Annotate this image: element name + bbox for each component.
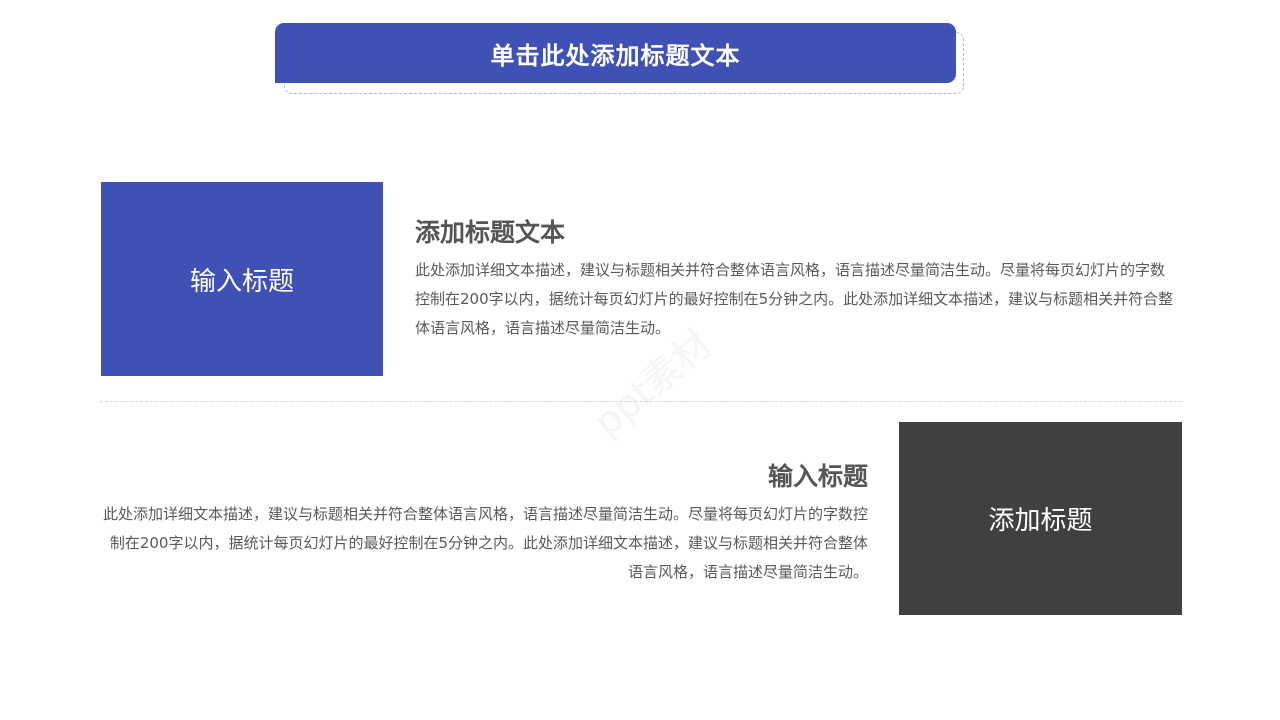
section-1-body[interactable]: 此处添加详细文本描述，建议与标题相关并符合整体语言风格，语言描述尽量简洁生动。尽… <box>415 256 1175 343</box>
gray-title-block[interactable]: 添加标题 <box>899 422 1182 615</box>
dashed-divider <box>100 401 1182 402</box>
section-2-text: 输入标题 此处添加详细文本描述，建议与标题相关并符合整体语言风格，语言描述尽量简… <box>100 460 868 587</box>
blue-block-label: 输入标题 <box>189 266 294 297</box>
section-2-body[interactable]: 此处添加详细文本描述，建议与标题相关并符合整体语言风格，语言描述尽量简洁生动。尽… <box>100 500 868 587</box>
gray-block-label: 添加标题 <box>988 506 1093 536</box>
page-title[interactable]: 单击此处添加标题文本 <box>275 23 956 83</box>
section-1-heading[interactable]: 添加标题文本 <box>415 216 1175 250</box>
section-2-heading[interactable]: 输入标题 <box>100 460 868 494</box>
section-1-text: 添加标题文本 此处添加详细文本描述，建议与标题相关并符合整体语言风格，语言描述尽… <box>415 216 1175 343</box>
blue-title-block[interactable]: 输入标题 <box>101 182 383 376</box>
title-banner: 单击此处添加标题文本 <box>275 23 965 95</box>
